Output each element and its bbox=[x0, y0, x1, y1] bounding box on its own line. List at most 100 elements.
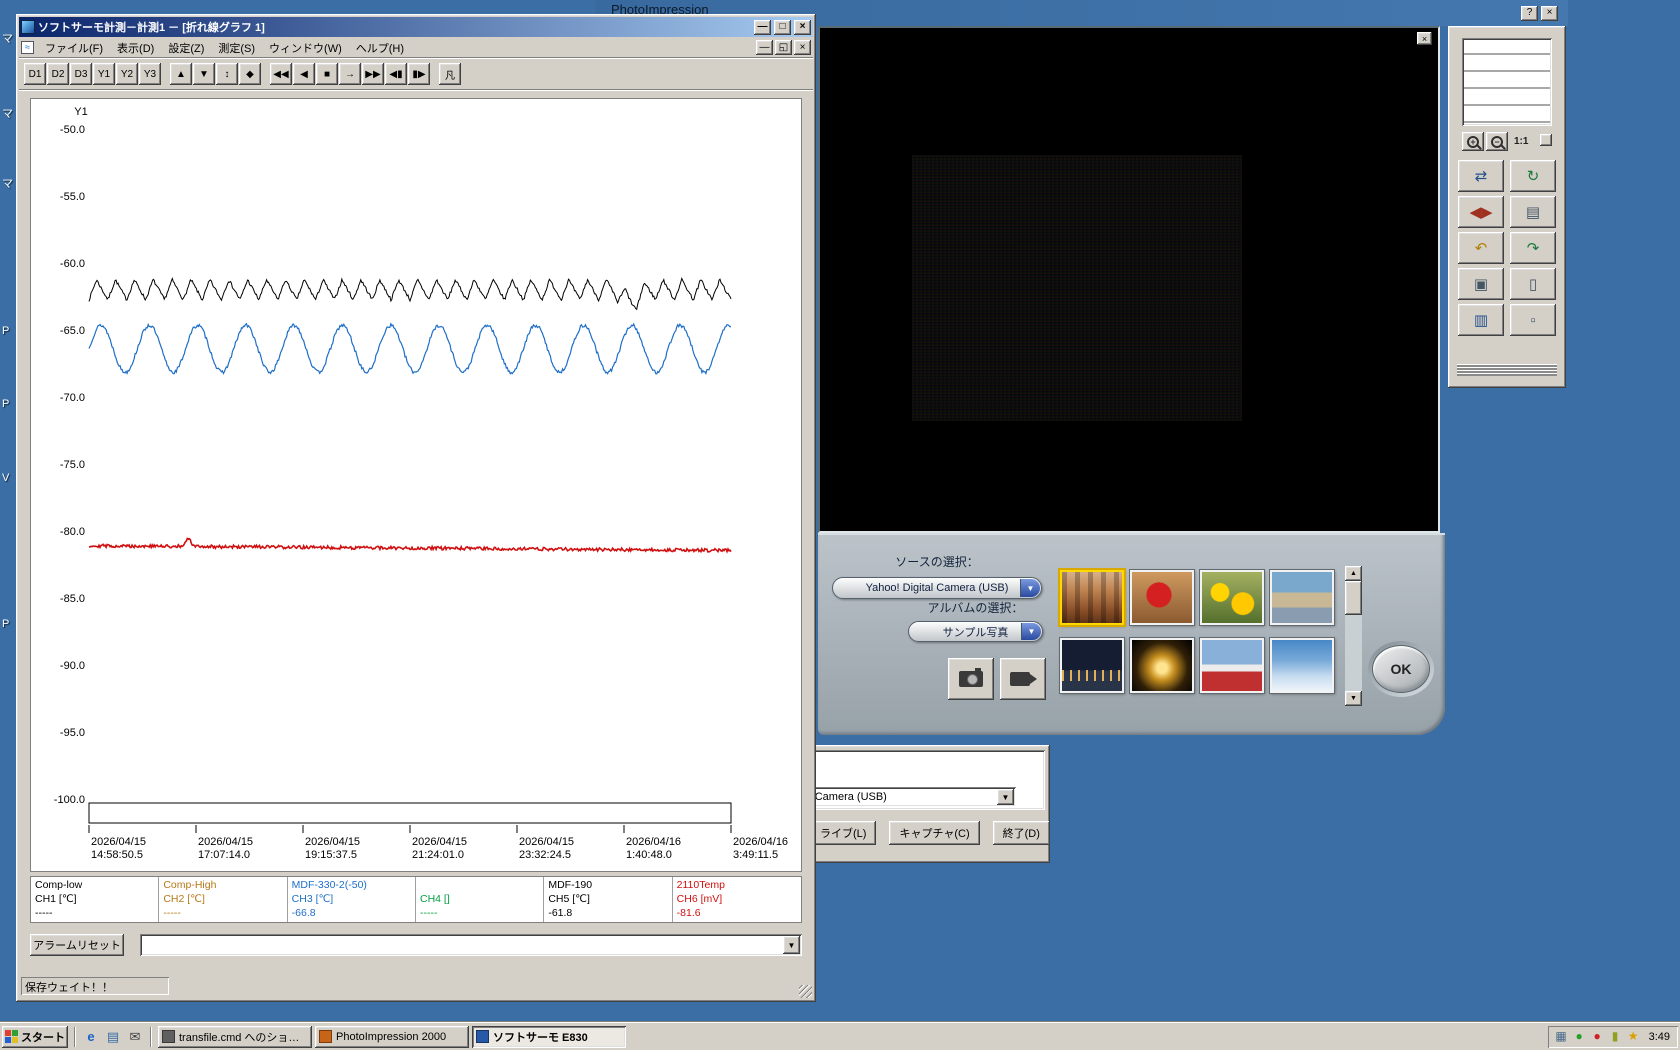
thumbnail-yellow-flowers[interactable] bbox=[1200, 570, 1264, 625]
jump-to-end-button[interactable]: ▶▶ bbox=[362, 63, 384, 85]
legend-toggle-button[interactable]: 凡 bbox=[439, 63, 461, 85]
chevron-down-icon[interactable]: ▼ bbox=[783, 936, 800, 954]
update-tray-icon[interactable]: ★ bbox=[1626, 1029, 1641, 1044]
zoom-out-button[interactable]: − bbox=[1486, 132, 1508, 151]
source-select-dropdown[interactable]: Yahoo! Digital Camera (USB) ▼ bbox=[832, 577, 1042, 599]
frame-list[interactable] bbox=[1462, 38, 1552, 126]
time-range-strip[interactable] bbox=[89, 803, 731, 823]
menu-window[interactable]: ウィンドウ(W) bbox=[262, 37, 349, 59]
zoom-lock-button[interactable] bbox=[1540, 134, 1552, 146]
thumbnail-gold-light-swirl[interactable] bbox=[1130, 638, 1194, 693]
child-close-button[interactable]: × bbox=[794, 40, 811, 55]
jump-to-start-button[interactable]: ◀◀ bbox=[270, 63, 292, 85]
mail-icon[interactable]: ✉ bbox=[126, 1028, 144, 1046]
preview-close-icon[interactable]: × bbox=[1417, 32, 1432, 45]
album-select-dropdown[interactable]: サンプル写真 ▼ bbox=[908, 621, 1043, 642]
channel-label: CH5 [℃] bbox=[548, 892, 667, 906]
d1-button[interactable]: D1 bbox=[24, 63, 46, 85]
menu-help[interactable]: ヘルプ(H) bbox=[349, 37, 411, 59]
menu-file[interactable]: ファイル(F) bbox=[38, 37, 110, 59]
thumbnail-red-cardinal-bird[interactable] bbox=[1130, 570, 1194, 625]
thumbnail-night-city-skyline[interactable] bbox=[1060, 638, 1124, 693]
child-restore-button[interactable]: ◱ bbox=[775, 40, 792, 55]
y-tick-label: -60.0 bbox=[60, 258, 85, 270]
d3-button[interactable]: D3 bbox=[70, 63, 92, 85]
follow-latest-button[interactable]: → bbox=[339, 63, 361, 85]
thumbnail-harbor-scene[interactable] bbox=[1270, 570, 1334, 625]
live-button[interactable]: ライブ(L) bbox=[810, 821, 876, 845]
windows-logo-icon bbox=[5, 1030, 18, 1043]
auto-scale-button[interactable]: ↕ bbox=[216, 63, 238, 85]
copy-button[interactable]: ▣ bbox=[1458, 268, 1504, 300]
y3-button[interactable]: Y3 bbox=[139, 63, 161, 85]
close-button[interactable]: × bbox=[794, 20, 811, 35]
page-left-button[interactable]: ◀▮ bbox=[385, 63, 407, 85]
toolbar-group: ▲▼↕◆ bbox=[170, 63, 261, 85]
x-tick-date: 2026/04/16 bbox=[626, 836, 681, 848]
exit-button[interactable]: 終了(D) bbox=[993, 821, 1050, 845]
chevron-down-icon[interactable]: ▼ bbox=[997, 789, 1014, 805]
green-status-tray-icon[interactable]: ● bbox=[1572, 1029, 1587, 1044]
scroll-left-button[interactable]: ◀ bbox=[293, 63, 315, 85]
thumbnail-scrollbar[interactable]: ▲ ▼ bbox=[1345, 566, 1362, 706]
rotate-button[interactable]: ↻ bbox=[1510, 160, 1556, 192]
orientation-button[interactable]: ▯ bbox=[1510, 268, 1556, 300]
ok-button[interactable]: OK bbox=[1372, 645, 1430, 693]
scrollbar-thumb[interactable] bbox=[1345, 581, 1362, 615]
alarm-reset-button[interactable]: アラームリセット bbox=[30, 934, 124, 956]
chevron-down-icon[interactable]: ▼ bbox=[1020, 579, 1040, 597]
panel-grip-handle[interactable] bbox=[1457, 364, 1557, 376]
menu-view[interactable]: 表示(D) bbox=[110, 37, 161, 59]
close-button[interactable]: × bbox=[1541, 6, 1558, 21]
maximize-button[interactable]: □ bbox=[774, 20, 791, 35]
capture-button[interactable]: キャプチャ(C) bbox=[889, 821, 979, 845]
new-page-button[interactable]: ▤ bbox=[1510, 196, 1556, 228]
power-tray-icon[interactable]: ▮ bbox=[1608, 1029, 1623, 1044]
menu-measure[interactable]: 測定(S) bbox=[211, 37, 262, 59]
y1-button[interactable]: Y1 bbox=[93, 63, 115, 85]
redo-button[interactable]: ↷ bbox=[1510, 232, 1556, 264]
acquire-video-button[interactable] bbox=[1000, 658, 1046, 700]
menu-settings[interactable]: 設定(Z) bbox=[161, 37, 211, 59]
save-button[interactable]: ▥ bbox=[1458, 304, 1504, 336]
display-tray-icon[interactable]: ▦ bbox=[1554, 1029, 1569, 1044]
alarm-tray-icon[interactable]: ● bbox=[1590, 1029, 1605, 1044]
channel-value: -81.6 bbox=[677, 906, 797, 920]
source-select-label: ソースの選択： bbox=[832, 553, 1042, 570]
show-desktop-icon[interactable]: ▤ bbox=[104, 1028, 122, 1046]
task-softthermo-e830[interactable]: ソフトサーモ E830 bbox=[472, 1026, 626, 1048]
resize-grip[interactable] bbox=[799, 985, 812, 998]
thumbnail-canyon-rock-spires[interactable] bbox=[1060, 570, 1124, 625]
properties-button[interactable]: ▫ bbox=[1510, 304, 1556, 336]
toolbar-group: ◀◀◀■→▶▶◀▮▮▶ bbox=[270, 63, 430, 85]
x-tick-time: 17:07:14.0 bbox=[198, 849, 250, 861]
fit-to-window-button[interactable]: ⇄ bbox=[1458, 160, 1504, 192]
y2-button[interactable]: Y2 bbox=[116, 63, 138, 85]
scroll-down-icon[interactable]: ▼ bbox=[1345, 691, 1362, 706]
task-transfile-cmd[interactable]: transfile.cmd へのショート... bbox=[158, 1026, 312, 1048]
d2-button[interactable]: D2 bbox=[47, 63, 69, 85]
zoom-reset-button[interactable]: ◆ bbox=[239, 63, 261, 85]
flip-horizontal-button[interactable]: ◀▶ bbox=[1458, 196, 1504, 228]
chevron-down-icon[interactable]: ▼ bbox=[1021, 623, 1041, 640]
zoom-in-button[interactable]: + bbox=[1462, 132, 1484, 151]
child-minimize-button[interactable]: — bbox=[756, 40, 773, 55]
scale-up-button[interactable]: ▲ bbox=[170, 63, 192, 85]
stop-button[interactable]: ■ bbox=[316, 63, 338, 85]
scroll-up-icon[interactable]: ▲ bbox=[1345, 566, 1362, 581]
help-button[interactable]: ? bbox=[1521, 6, 1538, 21]
acquire-from-camera-button[interactable] bbox=[948, 658, 994, 700]
taskbar-clock[interactable]: 3:49 bbox=[1645, 1031, 1670, 1043]
thumbnail-ship-red-hull[interactable] bbox=[1200, 638, 1264, 693]
page-right-button[interactable]: ▮▶ bbox=[408, 63, 430, 85]
task-photoimpression-2000[interactable]: PhotoImpression 2000 bbox=[315, 1026, 469, 1048]
minimize-button[interactable]: — bbox=[754, 20, 771, 35]
scale-down-button[interactable]: ▼ bbox=[193, 63, 215, 85]
start-button[interactable]: スタート bbox=[2, 1026, 68, 1048]
thumbnail-sky-clouds[interactable] bbox=[1270, 638, 1334, 693]
zoom-in-icon: + bbox=[1467, 136, 1479, 148]
undo-button[interactable]: ↶ bbox=[1458, 232, 1504, 264]
alarm-message-combobox[interactable]: ▼ bbox=[140, 934, 802, 956]
title-bar[interactable]: ソフトサーモ計測－計測1 － [折れ線グラフ 1] — □ × bbox=[19, 17, 813, 37]
internet-explorer-icon[interactable]: e bbox=[82, 1028, 100, 1046]
